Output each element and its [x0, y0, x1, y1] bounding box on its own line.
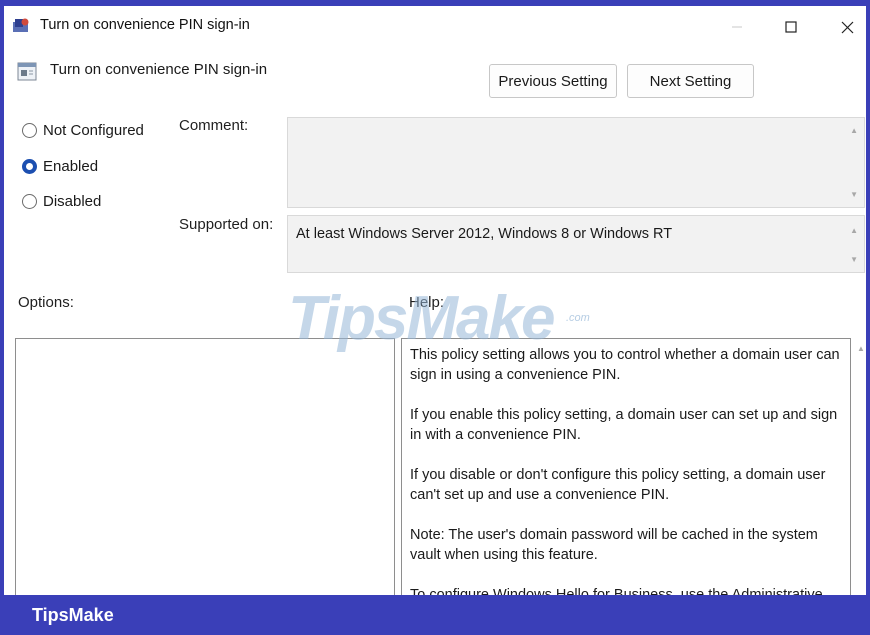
- options-label: Options:: [18, 294, 74, 311]
- group-policy-app-icon: [13, 18, 29, 32]
- radio-button[interactable]: [22, 123, 37, 138]
- close-button[interactable]: [830, 14, 864, 40]
- comment-label: Comment:: [179, 117, 249, 134]
- scroll-down-icon[interactable]: ▼: [850, 190, 858, 199]
- scroll-down-icon[interactable]: ▼: [850, 255, 858, 264]
- title-bar: Turn on convenience PIN sign-in: [4, 6, 866, 46]
- scroll-up-icon[interactable]: ▲: [850, 126, 858, 135]
- minimize-icon: [732, 26, 742, 28]
- watermark-suffix: .com: [566, 312, 590, 324]
- help-scroll-up-icon[interactable]: ▲: [857, 344, 865, 353]
- help-pane: This policy setting allows you to contro…: [401, 338, 851, 635]
- radio-label: Not Configured: [43, 122, 144, 139]
- comment-textarea[interactable]: ▲ ▼: [287, 117, 865, 208]
- radio-disabled[interactable]: Disabled: [22, 193, 101, 210]
- previous-setting-button[interactable]: Previous Setting: [489, 64, 617, 98]
- minimize-button[interactable]: [720, 14, 754, 40]
- footer-banner: TipsMake: [0, 595, 870, 635]
- policy-setting-icon: [17, 62, 37, 81]
- supported-on-label: Supported on:: [179, 216, 274, 233]
- watermark-logo: TipsMake: [288, 284, 555, 353]
- radio-button-selected[interactable]: [22, 159, 37, 174]
- help-paragraph: If you disable or don't configure this p…: [410, 467, 826, 503]
- policy-name: Turn on convenience PIN sign-in: [50, 61, 268, 78]
- radio-label: Disabled: [43, 193, 102, 210]
- help-paragraph: Note: The user's domain password will be…: [410, 527, 818, 563]
- supported-on-value: At least Windows Server 2012, Windows 8 …: [296, 226, 673, 242]
- next-setting-button[interactable]: Next Setting: [627, 64, 754, 98]
- footer-brand: TipsMake: [32, 605, 114, 625]
- scroll-up-icon[interactable]: ▲: [850, 226, 858, 235]
- supported-on-field: At least Windows Server 2012, Windows 8 …: [287, 215, 865, 273]
- maximize-button[interactable]: [774, 14, 808, 40]
- radio-label: Enabled: [43, 158, 99, 175]
- maximize-icon: [785, 21, 797, 33]
- options-pane: [15, 338, 395, 635]
- close-icon: [841, 21, 853, 33]
- radio-enabled[interactable]: Enabled: [22, 158, 98, 175]
- radio-button[interactable]: [22, 194, 37, 209]
- help-paragraph: If you enable this policy setting, a dom…: [410, 407, 838, 443]
- radio-not-configured[interactable]: Not Configured: [22, 122, 144, 139]
- window-title: Turn on convenience PIN sign-in: [40, 17, 250, 33]
